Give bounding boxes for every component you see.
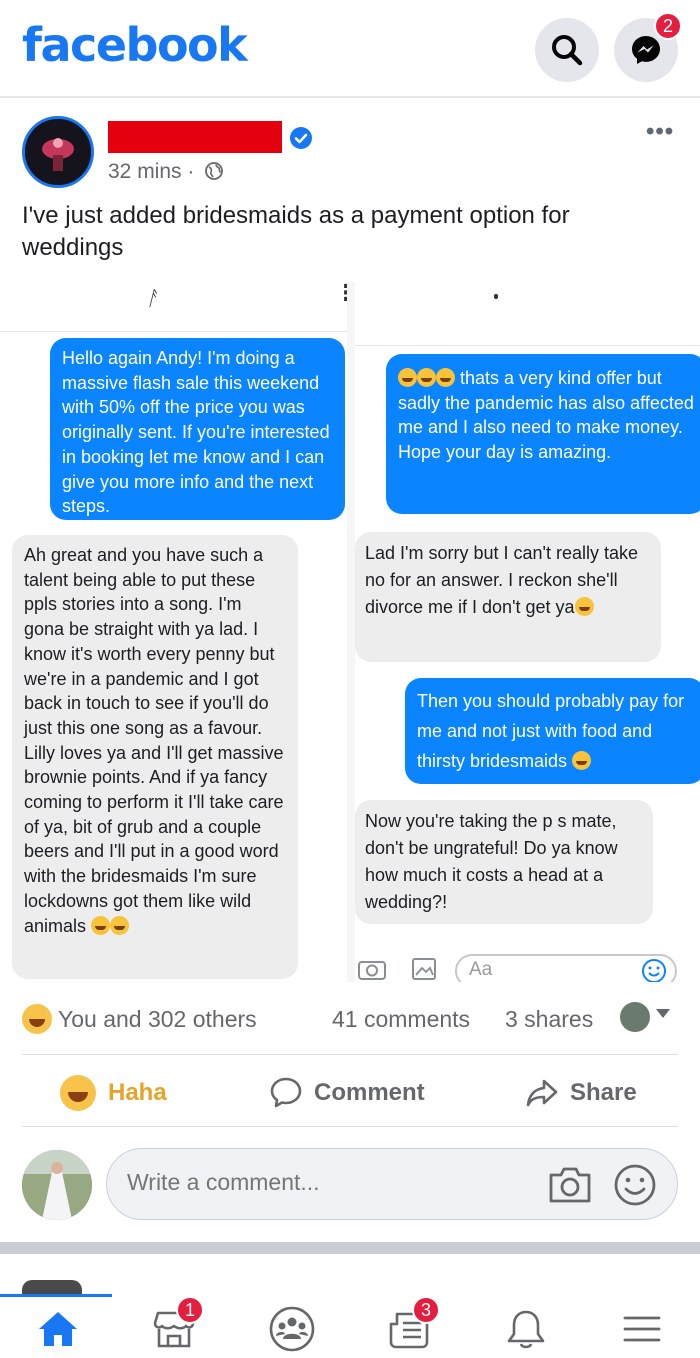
inner-field-placeholder: Aa	[469, 959, 493, 980]
bell-icon	[507, 1310, 545, 1349]
haha-label: Haha	[108, 1079, 167, 1106]
message-text: Then you should probably pay for me and …	[417, 691, 685, 771]
redacted-page-name[interactable]	[108, 121, 282, 153]
joy-emoji-icon	[398, 368, 417, 387]
avatar-image	[25, 119, 91, 185]
nav-marketplace[interactable]: 1	[144, 1296, 204, 1356]
share-icon	[526, 1079, 558, 1107]
home-icon	[39, 1312, 77, 1346]
hamburger-menu-icon	[623, 1316, 661, 1342]
nav-notifications[interactable]	[496, 1302, 556, 1356]
reactions-summary: You and 302 others 41 comments 3 shares	[0, 996, 700, 1046]
post-time-text: 32 mins ·	[108, 160, 195, 183]
smiley-icon	[642, 959, 666, 982]
news-badge: 3	[412, 1296, 440, 1324]
nav-groups[interactable]	[262, 1302, 322, 1356]
post-image[interactable]: ᚨ ⋮ Hello again Andy! I'm doing a massiv…	[0, 282, 700, 982]
share-label: Share	[570, 1079, 637, 1106]
share-button[interactable]: Share	[524, 1068, 637, 1118]
camera-icon[interactable]	[547, 1165, 593, 1205]
page-avatar[interactable]	[22, 116, 94, 188]
comment-label: Comment	[314, 1079, 425, 1106]
verified-badge-icon	[290, 127, 312, 149]
joy-emoji-icon	[417, 368, 436, 387]
facebook-logo[interactable]: facebook	[22, 18, 248, 72]
rofl-emoji-icon	[91, 915, 111, 935]
comment-composer[interactable]	[106, 1148, 678, 1220]
wink-emoji-icon	[110, 915, 130, 935]
chat-menu-icon: ⋮	[335, 282, 347, 305]
feed-separator	[0, 1242, 700, 1254]
comments-count[interactable]: 41 comments	[332, 1006, 470, 1033]
haha-emoji-icon	[60, 1075, 96, 1111]
more-options-icon[interactable]: •••	[646, 118, 674, 146]
chevron-down-icon[interactable]	[656, 1009, 670, 1018]
inner-chat-composer: Aa	[355, 950, 700, 982]
groups-icon	[269, 1306, 315, 1352]
haha-reaction-icon	[22, 1004, 52, 1034]
bottom-navigation: 1 3	[0, 1294, 700, 1358]
header-divider	[0, 96, 700, 98]
user-avatar-image	[22, 1150, 92, 1220]
messenger-badge: 2	[654, 12, 682, 40]
messenger-icon	[632, 36, 660, 64]
next-post-peek	[22, 1272, 112, 1294]
chat-screenshot-right: thats a very kind offer but sadly the pa…	[355, 282, 700, 982]
message-bubble-outgoing: Then you should probably pay for me and …	[405, 678, 700, 784]
globe-icon	[205, 162, 224, 180]
message-text: Lad I'm sorry but I can't really take no…	[365, 543, 638, 617]
message-bubble-incoming: Lad I'm sorry but I can't really take no…	[355, 532, 661, 662]
chat-screenshot-left: ᚨ ⋮ Hello again Andy! I'm doing a massiv…	[0, 282, 347, 982]
chat-header-mark	[494, 294, 498, 299]
reactions-count[interactable]: You and 302 others	[58, 1006, 257, 1033]
viewer-avatar[interactable]	[620, 1002, 650, 1032]
chat-title-fragment: ᚨ	[146, 288, 158, 310]
post-text: I've just added bridesmaids as a payment…	[22, 202, 570, 261]
comment-icon	[270, 1077, 302, 1108]
message-text: Ah great and you have such a talent bein…	[24, 545, 284, 936]
search-icon	[552, 35, 583, 66]
joy-emoji-icon	[572, 751, 592, 770]
joy-emoji-icon	[436, 368, 455, 387]
top-bar: facebook 2	[0, 0, 700, 96]
message-bubble-outgoing: Hello again Andy! I'm doing a massive fl…	[50, 338, 345, 520]
comment-button[interactable]: Comment	[268, 1068, 425, 1118]
nav-menu[interactable]	[612, 1302, 672, 1356]
message-bubble-incoming: Ah great and you have such a talent bein…	[12, 535, 298, 979]
active-tab-indicator	[0, 1294, 112, 1297]
user-avatar[interactable]	[22, 1150, 92, 1220]
image-icon	[412, 958, 436, 980]
message-bubble-outgoing: thats a very kind offer but sadly the pa…	[386, 354, 700, 514]
rofl-emoji-icon	[574, 597, 594, 616]
divider	[22, 1126, 678, 1127]
search-button[interactable]	[535, 18, 599, 82]
nav-home[interactable]	[28, 1302, 88, 1356]
chat-header	[355, 282, 700, 346]
marketplace-badge: 1	[176, 1296, 204, 1324]
inner-message-field: Aa	[455, 954, 677, 982]
haha-button[interactable]: Haha	[60, 1068, 167, 1118]
message-bubble-incoming: Now you're taking the p s mate, don't be…	[355, 800, 653, 924]
camera-icon	[358, 961, 386, 980]
post-timestamp[interactable]: 32 mins ·	[108, 160, 224, 184]
comment-input[interactable]	[127, 1169, 527, 1196]
nav-news[interactable]: 3	[380, 1296, 440, 1356]
messenger-button[interactable]: 2	[614, 12, 682, 82]
shares-count[interactable]: 3 shares	[505, 1006, 593, 1033]
emoji-icon[interactable]	[613, 1163, 657, 1207]
divider	[22, 1054, 678, 1055]
next-post-avatar	[22, 1280, 82, 1294]
chat-header: ᚨ ⋮	[0, 282, 347, 332]
